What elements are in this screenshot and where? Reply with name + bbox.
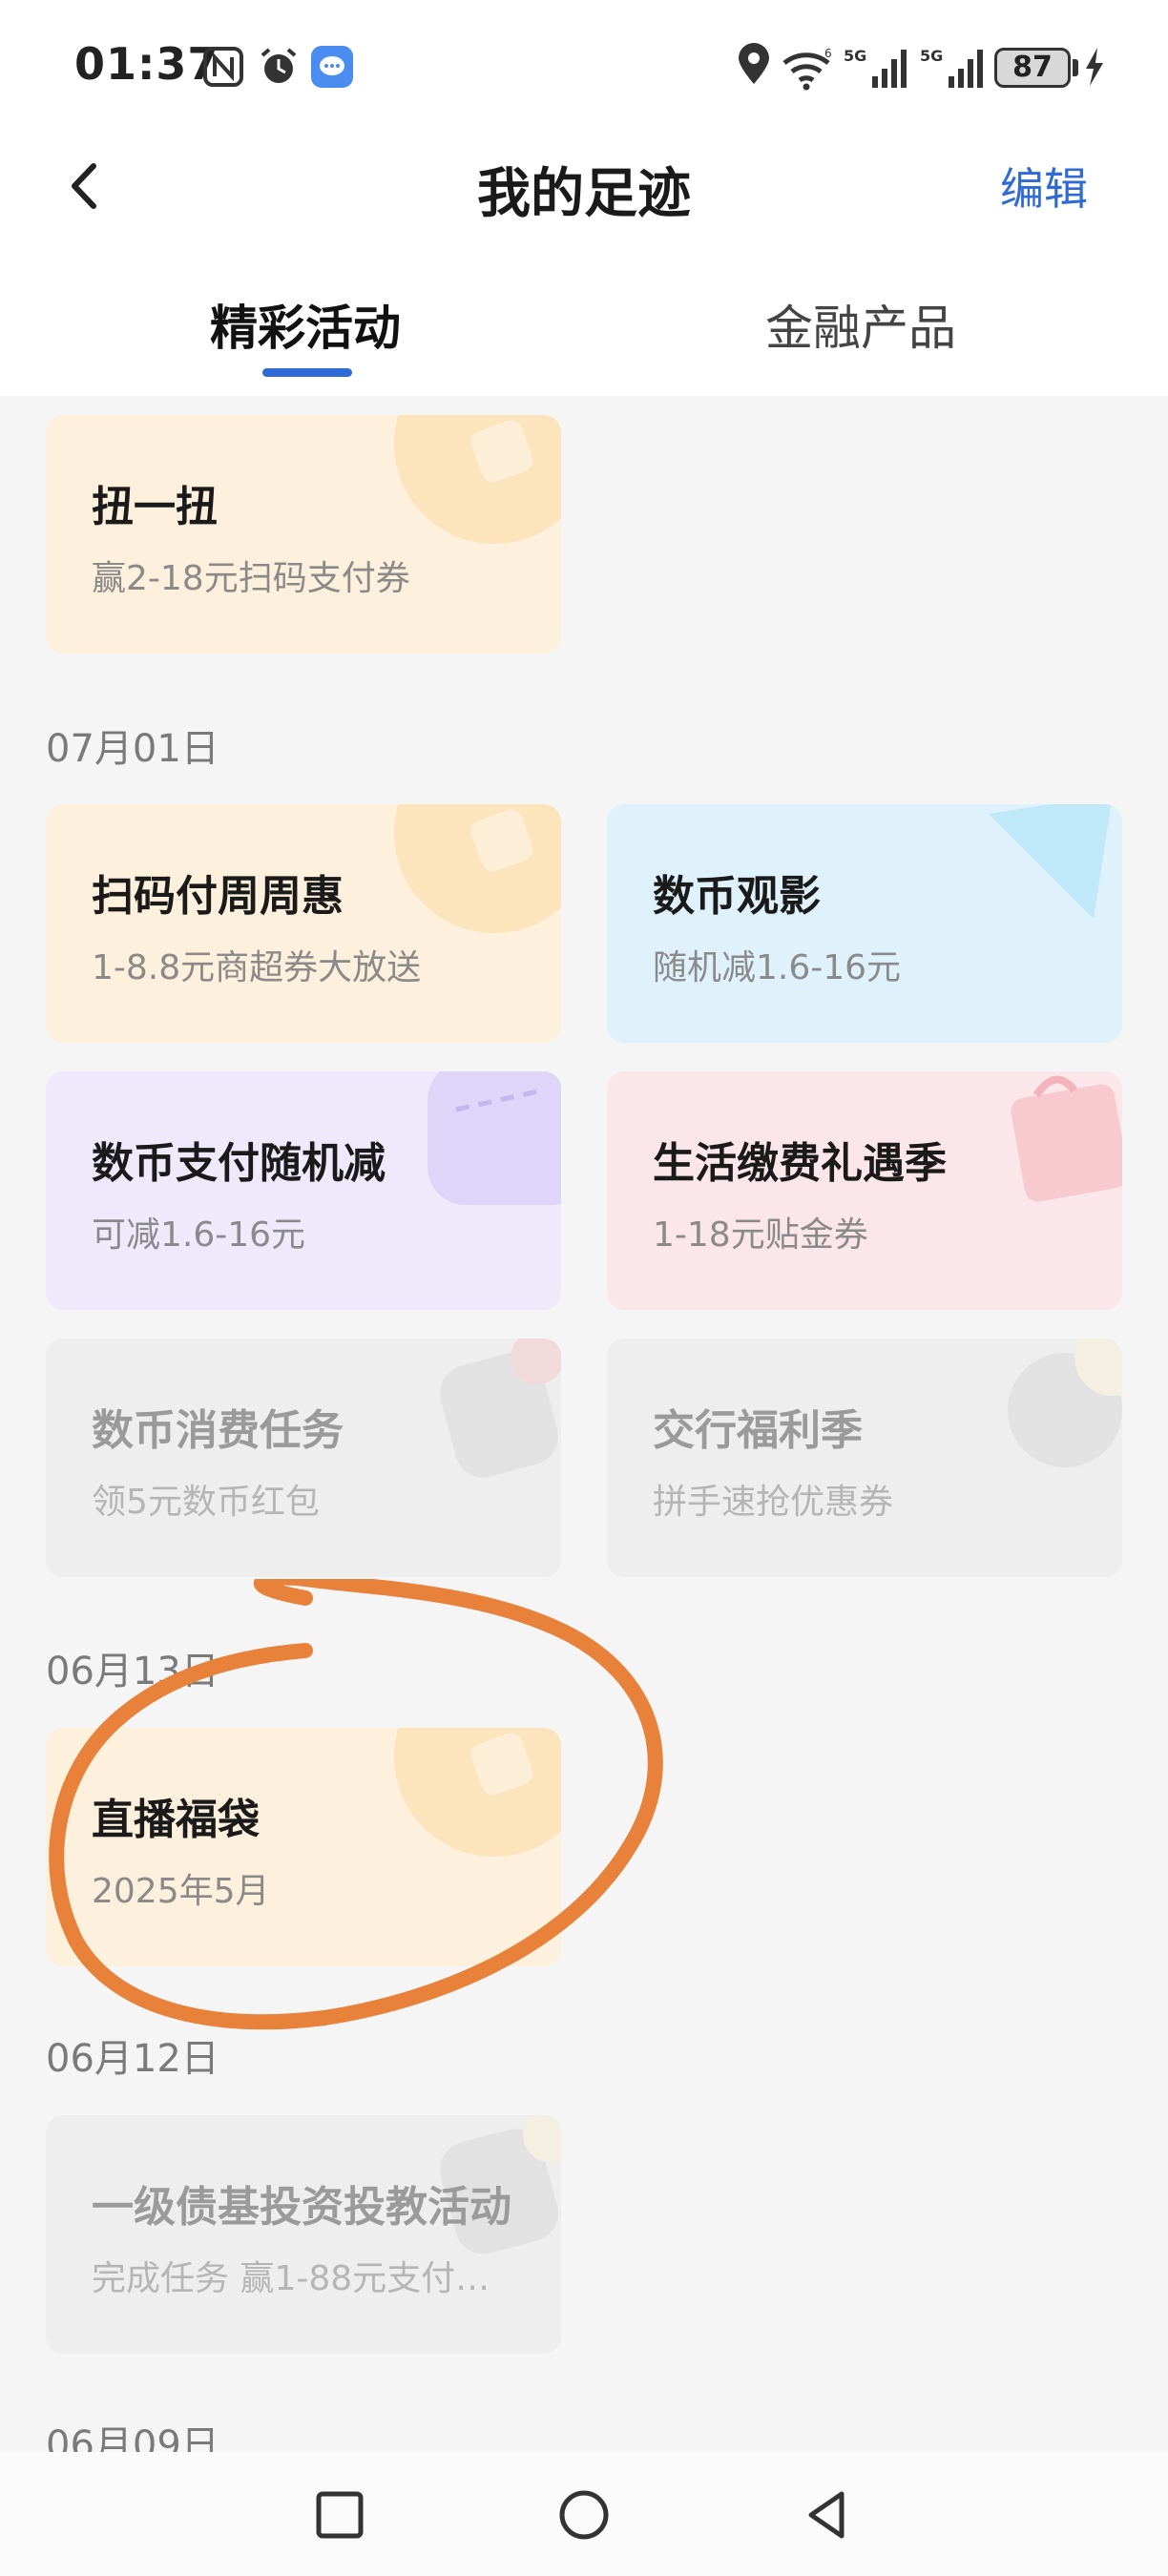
battery-indicator: 87: [994, 48, 1071, 88]
card-title: 生活缴费礼遇季: [653, 1139, 947, 1188]
coin-decoration-icon: [394, 804, 561, 933]
activity-card[interactable]: 数币观影 随机减1.6-16元: [607, 804, 1122, 1043]
card-subtitle: 领5元数币红包: [92, 1483, 320, 1522]
footprint-list[interactable]: 扭一扭 赢2-18元扫码支付券 07月01日 扫码付周周惠 1-8.8元商超券大…: [0, 396, 1168, 2452]
coin-decoration-icon: [394, 1728, 561, 1857]
nfc-icon: [203, 47, 243, 87]
home-icon[interactable]: [553, 2484, 615, 2545]
activity-card[interactable]: 扭一扭 赢2-18元扫码支付券: [46, 415, 561, 654]
status-time: 01:37: [74, 38, 219, 90]
alarm-icon: [261, 48, 297, 83]
svg-text:5G: 5G: [920, 47, 943, 65]
card-title: 扭一扭: [92, 483, 218, 531]
card-subtitle: 随机减1.6-16元: [653, 948, 902, 987]
activity-card[interactable]: 直播福袋 2025年5月: [46, 1728, 561, 1966]
active-tab-indicator: [262, 368, 352, 377]
message-icon: [311, 46, 353, 88]
card-subtitle: 1-18元贴金券: [653, 1215, 868, 1255]
card-title: 数币支付随机减: [92, 1139, 386, 1188]
signal-5g-icon: 5G: [844, 47, 907, 88]
location-icon: [739, 43, 769, 84]
bag-decoration-icon: [1008, 1339, 1122, 1467]
recent-apps-icon[interactable]: [309, 2484, 370, 2545]
card-title: 一级债基投资投教活动: [92, 2183, 511, 2232]
card-title: 交行福利季: [653, 1406, 863, 1455]
edit-button[interactable]: 编辑: [1000, 155, 1088, 218]
card-title: 数币消费任务: [92, 1406, 344, 1455]
card-subtitle: 1-8.8元商超券大放送: [92, 948, 422, 987]
coupon-decoration-icon: [428, 1071, 561, 1205]
card-subtitle: 拼手速抢优惠券: [653, 1483, 894, 1522]
svg-text:5G: 5G: [844, 47, 866, 65]
date-label: 06月13日: [46, 1650, 219, 1693]
tab-activities[interactable]: 精彩活动: [210, 290, 401, 359]
date-label: 07月01日: [46, 727, 219, 771]
date-label: 06月12日: [46, 2037, 219, 2081]
activity-card[interactable]: 数币消费任务 领5元数币红包: [46, 1339, 561, 1577]
activity-card[interactable]: 交行福利季 拼手速抢优惠券: [607, 1339, 1122, 1577]
wifi-icon: 6: [782, 47, 832, 91]
ticket-decoration-icon: [989, 804, 1112, 919]
card-title: 扫码付周周惠: [92, 872, 344, 921]
status-bar: 01:37 6 5G 5G 87: [0, 29, 1168, 105]
activity-card[interactable]: 生活缴费礼遇季 1-18元贴金券: [607, 1071, 1122, 1310]
card-subtitle: 赢2-18元扫码支付券: [92, 559, 410, 598]
card-title: 直播福袋: [92, 1796, 260, 1844]
activity-card[interactable]: 数币支付随机减 可减1.6-16元: [46, 1071, 561, 1310]
svg-text:6: 6: [824, 47, 832, 60]
page-title: 我的足迹: [477, 163, 691, 225]
card-subtitle: 2025年5月: [92, 1872, 270, 1911]
activity-card[interactable]: 一级债基投资投教活动 完成任务 赢1-88元支付…: [46, 2115, 561, 2354]
card-subtitle: 完成任务 赢1-88元支付…: [92, 2259, 490, 2298]
gift-decoration-icon: [1011, 1075, 1122, 1202]
coin-decoration-icon: [394, 415, 561, 544]
battery-tip: [1073, 59, 1078, 76]
charging-icon: [1086, 48, 1103, 86]
back-triangle-icon[interactable]: [798, 2484, 859, 2545]
date-label: 06月09日: [46, 2423, 219, 2452]
pouch-decoration-icon: [440, 1339, 561, 1478]
card-title: 数币观影: [653, 872, 821, 921]
system-navigation-bar: [0, 2452, 1168, 2576]
activity-card[interactable]: 扫码付周周惠 1-8.8元商超券大放送: [46, 804, 561, 1043]
card-subtitle: 可减1.6-16元: [92, 1215, 306, 1255]
signal-5g-icon: 5G: [920, 47, 983, 88]
tab-finance-products[interactable]: 金融产品: [765, 290, 956, 359]
